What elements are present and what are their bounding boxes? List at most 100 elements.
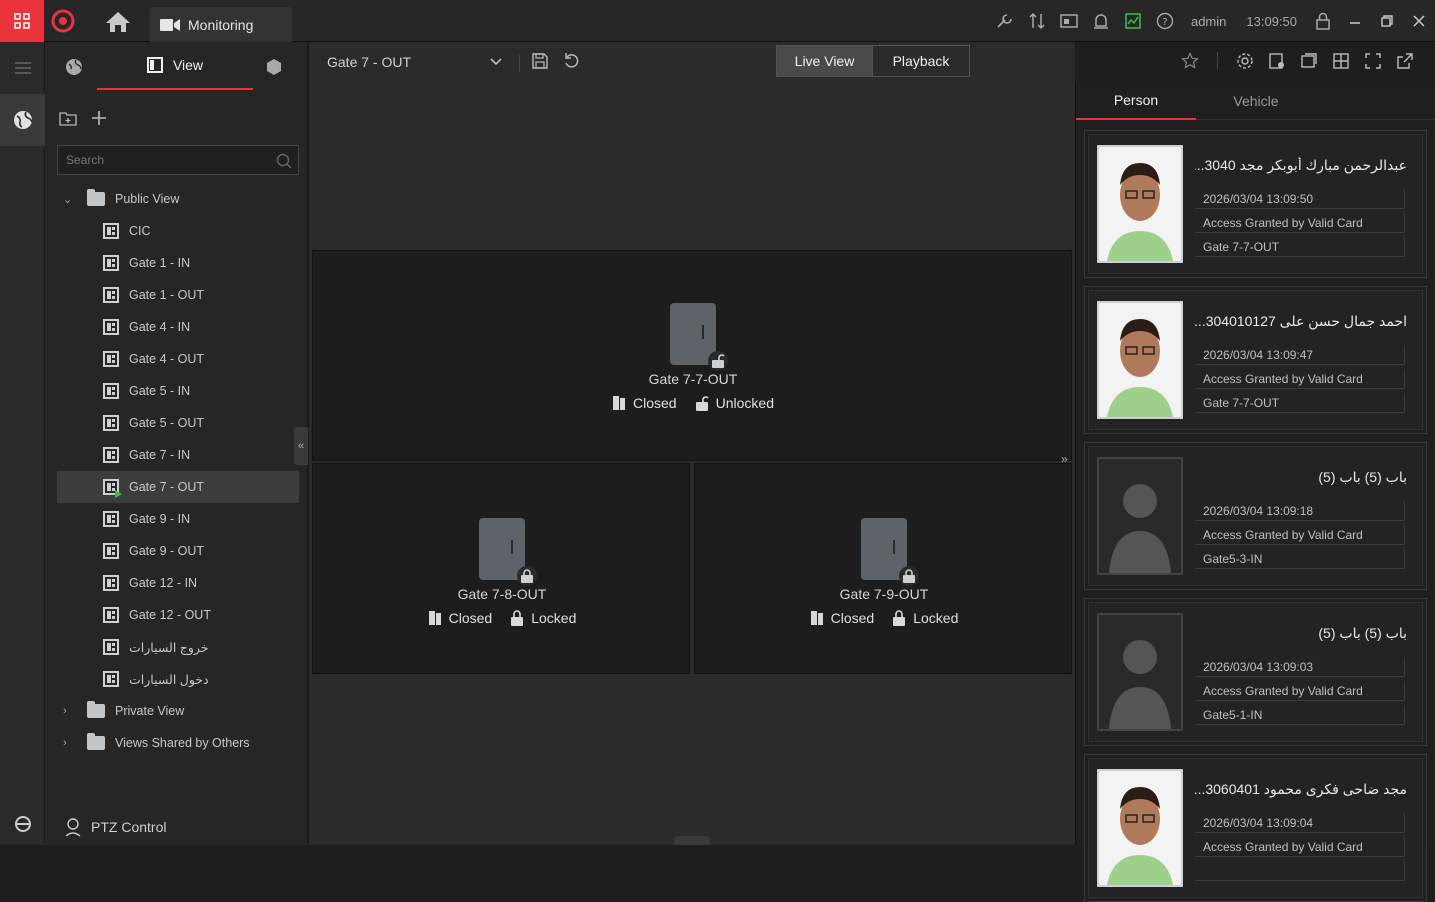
globe-icon[interactable] <box>0 94 45 146</box>
help-icon[interactable]: ? <box>1149 0 1181 42</box>
lock-status: Locked <box>510 610 576 626</box>
chevron-down-icon[interactable]: ⌄ <box>63 193 77 206</box>
tab-monitoring[interactable]: Monitoring <box>150 7 292 42</box>
title-bar: Monitoring ? admin 13:09:50 <box>0 0 1435 42</box>
search-input[interactable]: Search <box>57 145 299 175</box>
view-panel: View Search ⌄ Public View CIC Gate 1 - IN… <box>45 42 308 845</box>
event-person-name: باب (5) باب (5) <box>1318 469 1407 485</box>
tree-view-label: Gate 5 - OUT <box>129 416 205 430</box>
door-icon <box>479 518 537 586</box>
minimize-icon[interactable] <box>1339 0 1371 42</box>
tree-view-item[interactable]: Gate 1 - OUT <box>57 279 299 311</box>
tree-folder-public-view[interactable]: ⌄ Public View <box>57 183 299 215</box>
close-icon[interactable] <box>1403 0 1435 42</box>
tab-vehicle[interactable]: Vehicle <box>1196 82 1316 120</box>
event-result: Access Granted by Valid Card <box>1195 837 1405 857</box>
bottom-drawer-handle[interactable] <box>674 836 710 845</box>
popout-icon[interactable] <box>1394 50 1416 72</box>
card-reader-icon[interactable] <box>1053 0 1085 42</box>
tree-view-item[interactable]: Gate 5 - IN <box>57 375 299 407</box>
lock-status-label: Locked <box>913 610 959 626</box>
folder-icon <box>87 733 105 750</box>
alarm-icon[interactable] <box>1085 0 1117 42</box>
tree-view-item[interactable]: Gate 9 - IN <box>57 503 299 535</box>
fullscreen-icon[interactable] <box>1362 50 1384 72</box>
record-icon[interactable] <box>1298 50 1320 72</box>
add-icon[interactable] <box>91 110 107 126</box>
locked-icon <box>517 566 537 586</box>
playback-button[interactable]: Playback <box>873 46 969 76</box>
menu-icon[interactable] <box>0 42 45 94</box>
door-widget[interactable]: Gate 7-8-OUT Closed Locked <box>428 518 576 626</box>
settings-icon[interactable] <box>1234 50 1256 72</box>
layout-icon[interactable] <box>1330 50 1352 72</box>
tree-view-item[interactable]: Gate 4 - IN <box>57 311 299 343</box>
add-folder-icon[interactable] <box>59 110 77 126</box>
restore-icon[interactable] <box>1371 0 1403 42</box>
tree-view-item[interactable]: خروج السيارات <box>57 631 299 663</box>
folder-icon <box>87 189 105 206</box>
event-door <box>1195 861 1405 881</box>
chevron-right-icon[interactable]: › <box>63 737 77 749</box>
tree-view-item[interactable]: Gate 1 - IN <box>57 247 299 279</box>
tab-monitoring-label: Monitoring <box>188 16 254 33</box>
tree-view-label: Gate 9 - IN <box>129 512 191 526</box>
tree-folder-private-view[interactable]: › Private View <box>57 695 299 727</box>
performance-icon[interactable] <box>1117 0 1149 42</box>
door-pane[interactable]: Gate 7-7-OUT Closed Unlocked <box>312 250 1072 461</box>
refresh-icon[interactable] <box>563 52 581 70</box>
door-pane[interactable]: Gate 7-8-OUT Closed Locked <box>312 463 690 674</box>
folder-label: Private View <box>115 704 185 718</box>
event-card[interactable]: احمد جمال حسن على 304010127... 2026/03/04… <box>1084 286 1427 434</box>
view-icon <box>103 511 119 527</box>
event-card[interactable]: مجد ضاحى فكرى محمود 3060401... 2026/03/04… <box>1084 754 1427 902</box>
tree-view-item[interactable]: CIC <box>57 215 299 247</box>
door-pane[interactable]: Gate 7-9-OUT Closed Locked <box>694 463 1072 674</box>
person-photo <box>1097 301 1183 419</box>
tab-person[interactable]: Person <box>1076 82 1196 120</box>
chevron-right-icon[interactable]: › <box>63 705 77 717</box>
tools-icon[interactable] <box>989 0 1021 42</box>
search-placeholder: Search <box>66 153 105 167</box>
username[interactable]: admin <box>1181 14 1236 29</box>
tree-view-label: Gate 5 - IN <box>129 384 191 398</box>
transfer-icon[interactable] <box>1021 0 1053 42</box>
lock-status-label: Locked <box>531 610 577 626</box>
collapse-left-panel-button[interactable]: « <box>294 427 308 465</box>
save-icon[interactable] <box>531 52 549 70</box>
tree-view-item[interactable]: Gate 5 - OUT <box>57 407 299 439</box>
door-status-label: Closed <box>633 395 677 411</box>
device-select[interactable]: Gate 7 - OUT <box>327 52 502 72</box>
tree-folder-shared-views[interactable]: › Views Shared by Others <box>57 727 299 759</box>
event-card[interactable]: عبدالرحمن مبارك أبوبكر مجد 3040... 2026/0… <box>1084 130 1427 278</box>
star-icon[interactable] <box>1179 50 1201 72</box>
capture-icon[interactable] <box>1266 50 1288 72</box>
door-widget[interactable]: Gate 7-7-OUT Closed Unlocked <box>613 303 774 411</box>
lock-icon[interactable] <box>1307 0 1339 42</box>
globe-tab-icon[interactable] <box>65 58 83 76</box>
lock-status-label: Unlocked <box>715 395 774 411</box>
door-widget[interactable]: Gate 7-9-OUT Closed Locked <box>810 518 958 626</box>
tree-view-item[interactable]: Gate 7 - OUT <box>57 471 299 503</box>
tree-view-item[interactable]: Gate 12 - IN <box>57 567 299 599</box>
tree-view-item[interactable]: Gate 4 - OUT <box>57 343 299 375</box>
collapse-right-panel-button[interactable]: » <box>1061 452 1068 466</box>
tree-view-item[interactable]: Gate 7 - IN <box>57 439 299 471</box>
ptz-control-button[interactable]: PTZ Control <box>63 817 166 837</box>
event-card[interactable]: باب (5) باب (5) 2026/03/04 13:09:18 Access… <box>1084 442 1427 590</box>
live-view-area: Gate 7 - OUT Live View Playback Gate 7-7… <box>309 42 1413 845</box>
home-icon[interactable] <box>104 10 132 34</box>
tree-view-item[interactable]: Gate 12 - OUT <box>57 599 299 631</box>
app-grid-icon[interactable] <box>0 0 44 42</box>
cube-icon[interactable] <box>265 58 283 76</box>
event-card[interactable]: باب (5) باب (5) 2026/03/04 13:09:03 Access… <box>1084 598 1427 746</box>
live-view-button[interactable]: Live View <box>777 46 873 76</box>
tree-view-label: Gate 7 - IN <box>129 448 191 462</box>
tree-view-item[interactable]: Gate 9 - OUT <box>57 535 299 567</box>
locked-icon <box>511 610 524 626</box>
ie-icon[interactable] <box>0 809 45 839</box>
tab-view[interactable]: View <box>97 42 253 90</box>
tree-view-item[interactable]: دخول السيارات <box>57 663 299 695</box>
search-icon[interactable] <box>276 153 292 169</box>
door-closed-icon <box>613 396 626 410</box>
